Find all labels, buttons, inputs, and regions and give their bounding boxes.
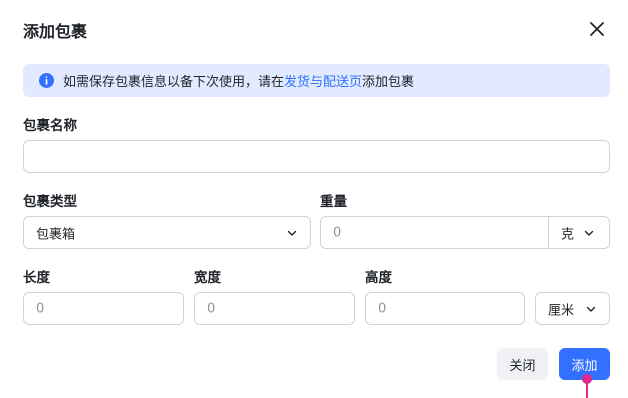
weight-unit-select[interactable]: 克 [561, 223, 574, 242]
package-type-select[interactable]: 包裹箱 [23, 216, 311, 249]
chevron-down-icon [287, 230, 297, 236]
package-type-value: 包裹箱 [36, 227, 76, 242]
chevron-down-icon [584, 230, 594, 236]
close-icon[interactable] [587, 19, 607, 39]
pointer-indicator-dot [582, 374, 592, 384]
length-input[interactable]: 0 [23, 292, 184, 325]
notice-text-after: 添加包裹 [362, 75, 415, 90]
notice-text-before: 如需保存包裹信息以备下次使用，请在 [63, 75, 285, 90]
package-name-label: 包裹名称 [23, 118, 77, 134]
width-placeholder: 0 [207, 301, 216, 316]
weight-input[interactable]: 0 [333, 225, 341, 240]
weight-unit-divider [548, 217, 549, 248]
weight-field: 0 克 [320, 216, 610, 249]
height-placeholder: 0 [378, 301, 387, 316]
height-label: 高度 [365, 270, 392, 286]
package-name-input[interactable] [23, 140, 610, 173]
length-placeholder: 0 [36, 301, 45, 316]
shipping-settings-link[interactable]: 发货与配送页 [284, 71, 362, 90]
close-button[interactable]: 关闭 [497, 348, 548, 380]
add-package-dialog: 添加包裹 如需保存包裹信息以备下次使用，请在 发货与配送页 添加包裹 包裹名称 包裹… [0, 0, 628, 398]
package-type-label: 包裹类型 [23, 194, 77, 210]
width-input[interactable]: 0 [194, 292, 355, 325]
length-label: 长度 [23, 270, 50, 286]
weight-label: 重量 [320, 194, 347, 210]
chevron-down-icon [586, 306, 596, 312]
width-label: 宽度 [194, 270, 221, 286]
info-icon [39, 73, 54, 88]
dimension-unit-value: 厘米 [548, 303, 575, 318]
info-notice: 如需保存包裹信息以备下次使用，请在 发货与配送页 添加包裹 [23, 64, 610, 97]
height-input[interactable]: 0 [365, 292, 525, 325]
dimension-unit-select[interactable]: 厘米 [535, 292, 610, 325]
dialog-title: 添加包裹 [23, 22, 88, 41]
